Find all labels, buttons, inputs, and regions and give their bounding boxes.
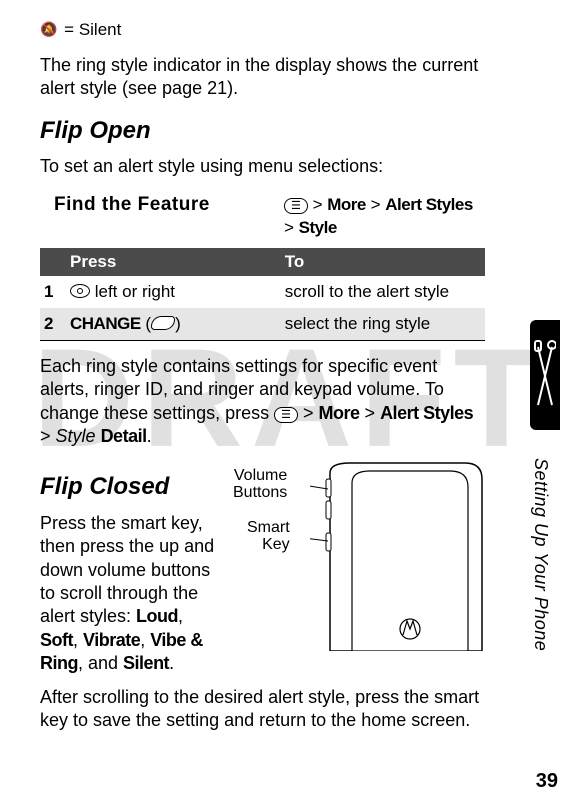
after-more: More <box>319 403 360 423</box>
page-number: 39 <box>536 770 558 793</box>
fc-c2: , <box>73 630 83 650</box>
flip-closed-p2: After scrolling to the desired alert sty… <box>40 686 485 733</box>
label-smart-l1: Smart <box>247 519 290 536</box>
after-alert-styles: Alert Styles <box>380 403 473 423</box>
row1-to: scroll to the alert style <box>277 276 485 308</box>
fc-c1: , <box>178 606 183 626</box>
row2-press-label: CHANGE <box>70 314 141 333</box>
after-style-italic: Style <box>56 426 96 446</box>
press-to-table: Press To 1 left or right scroll to the a… <box>40 248 485 341</box>
row2-press-close: ) <box>175 314 181 333</box>
fc-c3: , <box>140 630 150 650</box>
after-detail: Detail <box>101 426 147 446</box>
phone-diagram: Volume Buttons Smart Key <box>225 461 485 651</box>
silent-eq: = <box>59 20 78 39</box>
row1-num: 1 <box>40 276 62 308</box>
flip-open-heading: Flip Open <box>40 117 485 145</box>
table-row: 1 left or right scroll to the alert styl… <box>40 276 485 308</box>
path-alert-styles: Alert Styles <box>385 195 473 214</box>
fc-and: , and <box>78 653 123 673</box>
flip-closed-p1: Press the smart key, then press the up a… <box>40 512 215 676</box>
fc-vibrate: Vibrate <box>83 630 140 650</box>
after-gt3: > <box>40 426 56 446</box>
fc-p1a: Press the smart key, then press the up a… <box>40 513 214 627</box>
flip-closed-heading: Flip Closed <box>40 471 215 502</box>
page-content: 🔕 = Silent The ring style indicator in t… <box>0 0 540 732</box>
silent-label: Silent <box>79 20 122 39</box>
path-style: Style <box>299 218 337 237</box>
table-header-row: Press To <box>40 248 485 276</box>
find-feature-label: Find the Feature <box>40 194 284 216</box>
phone-svg <box>310 461 485 651</box>
label-smart: Smart Key <box>247 519 290 554</box>
row1-press: left or right <box>62 276 277 308</box>
intro-paragraph: The ring style indicator in the display … <box>40 54 485 101</box>
flip-closed-container: Flip Closed Press the smart key, then pr… <box>40 465 485 686</box>
find-feature-path: ☰ > More > Alert Styles > Style <box>284 194 473 240</box>
row2-press: CHANGE () <box>62 308 277 341</box>
row1-press-text: left or right <box>90 282 175 301</box>
flip-closed-text: Flip Closed Press the smart key, then pr… <box>40 465 215 686</box>
table-row: 2 CHANGE () select the ring style <box>40 308 485 341</box>
after-period: . <box>147 426 152 446</box>
nav-key-icon <box>70 284 90 298</box>
label-volume: Volume Buttons <box>233 467 287 502</box>
press-header: Press <box>40 248 277 276</box>
find-feature-row: Find the Feature ☰ > More > Alert Styles… <box>40 194 485 240</box>
label-smart-l2: Key <box>262 536 290 553</box>
row2-num: 2 <box>40 308 62 341</box>
soft-key-icon <box>151 316 175 330</box>
after-table-paragraph: Each ring style contains settings for sp… <box>40 355 485 449</box>
fc-soft: Soft <box>40 630 73 650</box>
label-volume-l1: Volume <box>234 467 287 484</box>
menu-key-icon-2: ☰ <box>274 407 298 423</box>
gt3: > <box>284 218 299 237</box>
fc-silent: Silent <box>123 653 169 673</box>
row2-to: select the ring style <box>277 308 485 341</box>
gt2: > <box>366 195 385 214</box>
to-header: To <box>277 248 485 276</box>
flip-open-lede: To set an alert style using menu selecti… <box>40 155 485 178</box>
gt1: > <box>308 195 327 214</box>
silent-indicator-line: 🔕 = Silent <box>40 20 485 40</box>
fc-period: . <box>169 653 174 673</box>
after-gt2: > <box>360 403 381 423</box>
path-more: More <box>327 195 366 214</box>
menu-key-icon: ☰ <box>284 198 308 214</box>
row2-press-open: ( <box>141 314 151 333</box>
silent-icon: 🔕 <box>40 21 57 37</box>
after-gt1: > <box>298 403 319 423</box>
fc-loud: Loud <box>136 606 178 626</box>
label-volume-l2: Buttons <box>233 484 287 501</box>
